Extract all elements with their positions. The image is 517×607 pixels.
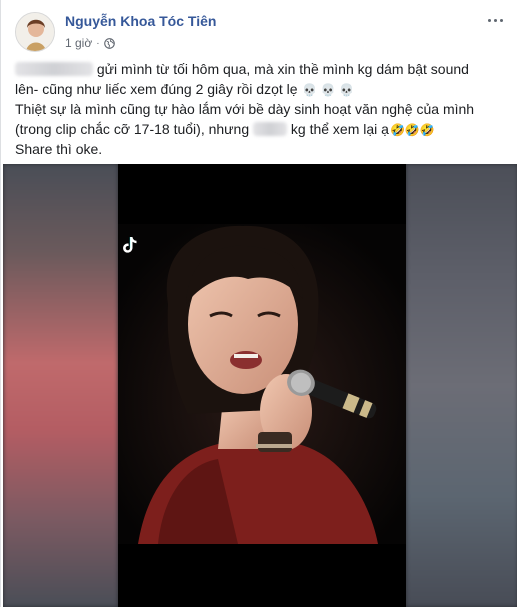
tiktok-icon: [123, 237, 137, 253]
text-line-5: Share thì oke.: [15, 141, 103, 157]
post-meta: 1 giờ ·: [65, 36, 115, 50]
text-line-4: (trong clip chắc cỡ 17-18 tuổi), nhưng k…: [15, 120, 435, 137]
laughing-emoji: 🤣🤣🤣: [389, 122, 435, 137]
facebook-post: Nguyễn Khoa Tóc Tiên 1 giờ · gửi mình từ…: [0, 0, 517, 607]
singer-image: [118, 164, 406, 607]
video-frame[interactable]: [118, 164, 406, 607]
video-blur-background-right: [406, 164, 517, 607]
meta-separator: ·: [96, 37, 100, 49]
redacted-text: [253, 121, 288, 136]
avatar[interactable]: [15, 12, 55, 52]
text-line-2: lên- cũng như liếc xem đúng 2 giây rồi d…: [15, 80, 354, 97]
text-line-1: gửi mình từ tối hôm qua, mà xin thề mình…: [15, 60, 503, 80]
post-text: gửi mình từ tối hôm qua, mà xin thề mình…: [15, 60, 503, 160]
globe-icon[interactable]: [103, 37, 115, 49]
video-blur-background-left: [3, 164, 118, 607]
more-options-icon[interactable]: [483, 10, 507, 30]
skull-emoji: 💀 💀 💀: [302, 82, 354, 97]
author-name[interactable]: Nguyễn Khoa Tóc Tiên: [65, 13, 216, 29]
text-line-3: Thiệt sự là mình cũng tự hào lắm với bề …: [15, 101, 475, 117]
post-header: Nguyễn Khoa Tóc Tiên 1 giờ ·: [15, 10, 505, 54]
video-attachment[interactable]: [3, 164, 517, 607]
avatar-image: [16, 13, 54, 51]
post-time[interactable]: 1 giờ: [65, 36, 92, 50]
redacted-text: [15, 62, 93, 76]
